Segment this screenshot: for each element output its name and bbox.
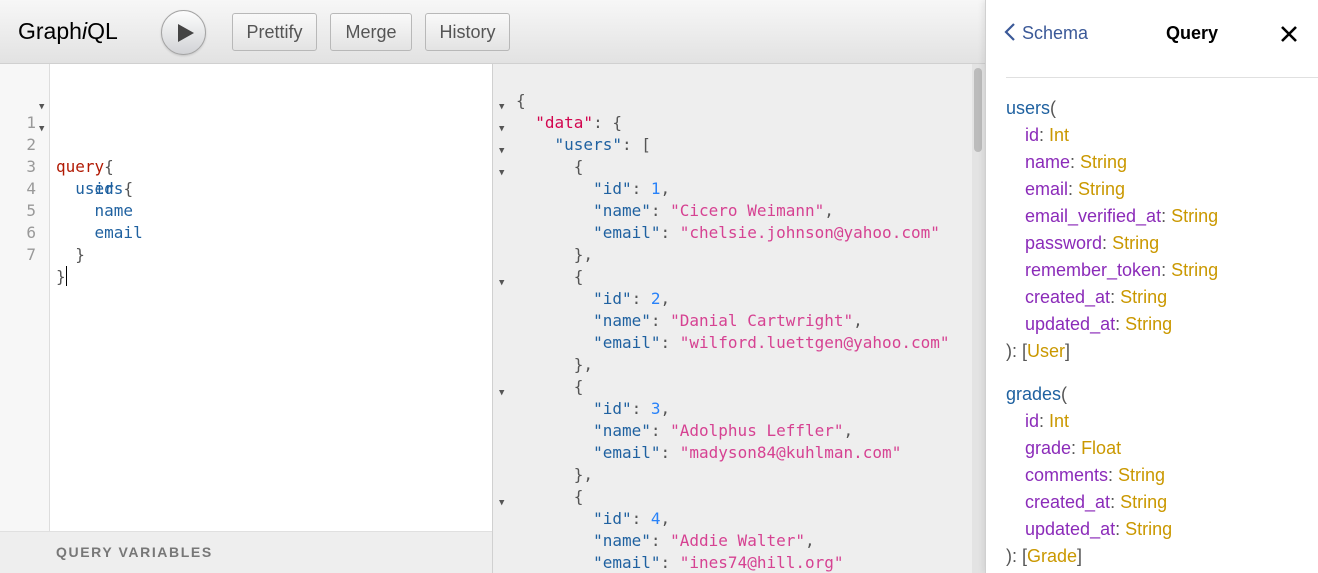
type-link[interactable]: String — [1112, 233, 1159, 253]
argument-name: comments — [1025, 465, 1109, 485]
argument-name: email — [1025, 179, 1069, 199]
argument-row: email: String — [1025, 179, 1126, 199]
fold-arrow-icon[interactable]: ▼ — [499, 140, 504, 162]
argument-row: created_at: String — [1025, 492, 1168, 512]
doc-explorer-header: Schema Query — [986, 0, 1318, 70]
return-type-row: ): [Grade] — [1006, 546, 1083, 566]
argument-name: id — [1025, 125, 1040, 145]
argument-name: email_verified_at — [1025, 206, 1162, 226]
argument-row: updated_at: String — [1025, 519, 1173, 539]
argument-name: updated_at — [1025, 314, 1116, 334]
editor-line: 2 ▼ users{ — [0, 112, 133, 198]
editor-line: 5 email — [26, 201, 143, 242]
query-editor[interactable]: 1 ▼ query{ 2 ▼ users{ 3 id 4 name 5 emai… — [0, 64, 492, 531]
type-link[interactable]: String — [1125, 519, 1172, 539]
type-link[interactable]: String — [1171, 260, 1218, 280]
fold-arrow-icon[interactable]: ▼ — [499, 272, 504, 294]
argument-row: id: Int — [1025, 411, 1070, 431]
type-link[interactable]: Int — [1049, 411, 1069, 431]
play-icon — [178, 24, 194, 42]
type-link[interactable]: Int — [1049, 125, 1069, 145]
type-link[interactable]: String — [1078, 179, 1125, 199]
argument-name: password — [1025, 233, 1103, 253]
graphiql-logo: GraphiQL — [18, 18, 118, 44]
argument-name: updated_at — [1025, 519, 1116, 539]
back-to-schema-link[interactable]: Schema — [1004, 22, 1088, 44]
type-link[interactable]: String — [1125, 314, 1172, 334]
return-type-link[interactable]: User — [1027, 341, 1065, 361]
argument-name: name — [1025, 152, 1071, 172]
type-link[interactable]: String — [1120, 287, 1167, 307]
field-users[interactable]: users( — [1006, 95, 1056, 122]
argument-row: name: String — [1025, 152, 1128, 172]
argument-row: created_at: String — [1025, 287, 1168, 307]
field-grades[interactable]: grades( — [1006, 381, 1067, 408]
argument-row: remember_token: String — [1025, 260, 1219, 280]
result-viewer: ▼{▼ "data": {▼ "users": [▼ { "id": 1, "n… — [493, 64, 985, 573]
editor-line: 6 } — [26, 223, 85, 264]
argument-row: password: String — [1025, 233, 1160, 253]
fold-arrow-icon[interactable]: ▼ — [499, 162, 504, 184]
execute-query-button[interactable] — [161, 10, 206, 55]
field-name[interactable]: users — [1006, 98, 1050, 118]
argument-name: id — [1025, 411, 1040, 431]
editor-line: 3 id — [26, 157, 114, 198]
argument-row: comments: String — [1025, 465, 1166, 485]
chevron-left-icon — [1004, 23, 1015, 41]
fold-arrow-icon[interactable]: ▼ — [499, 492, 504, 514]
result-scrollbar-thumb[interactable] — [974, 68, 982, 152]
editor-line: 4 name — [26, 179, 134, 220]
type-link[interactable]: String — [1080, 152, 1127, 172]
return-type-link[interactable]: Grade — [1027, 546, 1077, 566]
argument-name: remember_token — [1025, 260, 1162, 280]
fold-arrow-icon[interactable]: ▼ — [499, 118, 504, 140]
editor-line: 7 } — [26, 245, 67, 286]
type-link[interactable]: String — [1118, 465, 1165, 485]
merge-button[interactable]: Merge — [330, 13, 412, 51]
fold-arrow-icon[interactable]: ▼ — [499, 382, 504, 404]
prettify-button[interactable]: Prettify — [232, 13, 317, 51]
text-cursor — [65, 266, 67, 286]
argument-name: created_at — [1025, 287, 1111, 307]
doc-explorer: Schema Query users( id: Int name: String em… — [985, 0, 1318, 573]
doc-explorer-title: Query — [1166, 23, 1219, 43]
argument-name: created_at — [1025, 492, 1111, 512]
fold-arrow-icon[interactable]: ▼ — [39, 96, 44, 118]
fold-arrow-icon[interactable]: ▼ — [499, 96, 504, 118]
field-name[interactable]: grades — [1006, 384, 1061, 404]
type-link[interactable]: String — [1171, 206, 1218, 226]
argument-row: grade: Float — [1025, 438, 1122, 458]
argument-row: email_verified_at: String — [1025, 206, 1219, 226]
type-link[interactable]: Float — [1081, 438, 1121, 458]
editor-line: 1 ▼ query{ — [0, 90, 113, 176]
argument-name: grade — [1025, 438, 1072, 458]
argument-row: id: Int — [1025, 125, 1070, 145]
query-variables-toggle[interactable]: QUERY VARIABLES — [0, 531, 492, 573]
toolbar: GraphiQL Prettify Merge History — [0, 0, 985, 64]
doc-divider — [1006, 77, 1318, 78]
return-type-row: ): [User] — [1006, 341, 1071, 361]
fold-arrow-icon[interactable]: ▼ — [39, 118, 44, 140]
history-button[interactable]: History — [425, 13, 510, 51]
argument-row: updated_at: String — [1025, 314, 1173, 334]
close-icon[interactable] — [1279, 24, 1299, 44]
type-link[interactable]: String — [1120, 492, 1167, 512]
